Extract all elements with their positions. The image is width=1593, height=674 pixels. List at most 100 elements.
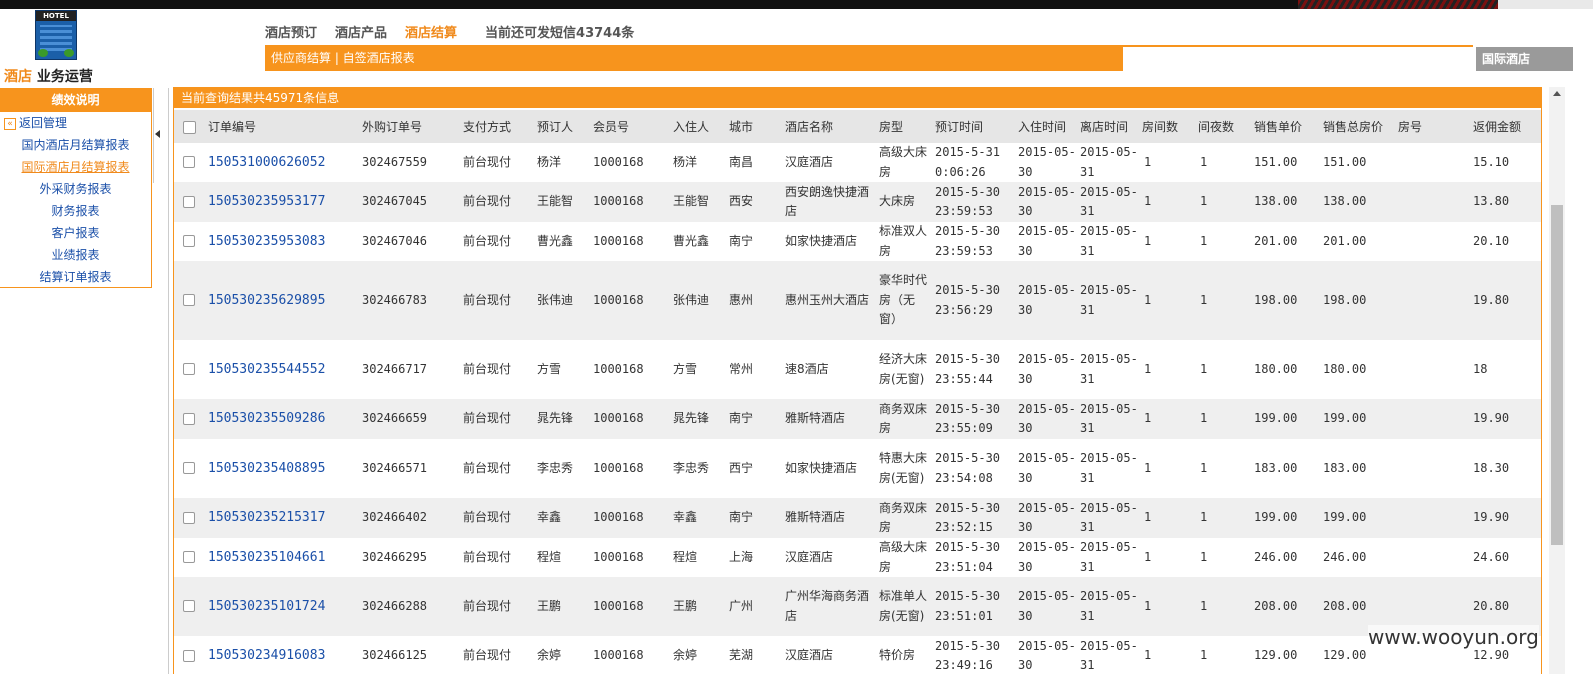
cell-room-nights: 1 <box>1194 399 1250 439</box>
cell-rooms: 1 <box>1138 538 1194 577</box>
cell-room-type: 特惠大床房(无窗) <box>875 439 931 498</box>
row-select-cell <box>174 538 204 577</box>
row-checkbox[interactable] <box>183 649 195 662</box>
col-total-price[interactable]: 销售总房价 <box>1319 108 1394 143</box>
cell-hotel-name: 速8酒店 <box>781 340 875 399</box>
cell-total-price: 198.00 <box>1319 261 1394 340</box>
cell-order-no[interactable]: 150530235104661 <box>204 538 358 577</box>
col-external-order-no[interactable]: 外购订单号 <box>358 108 459 143</box>
row-checkbox[interactable] <box>183 551 195 564</box>
cell-member-no: 1000168 <box>589 143 669 182</box>
cell-city: 南昌 <box>725 143 781 182</box>
vertical-scrollbar[interactable] <box>1549 87 1565 674</box>
row-checkbox[interactable] <box>183 294 195 307</box>
cell-order-no[interactable]: 150530234916083 <box>204 636 358 674</box>
cell-unit-price: 198.00 <box>1250 261 1319 340</box>
col-commission[interactable]: 返佣金额 <box>1469 108 1541 143</box>
hotel-building-icon: HOTEL <box>35 10 77 60</box>
scrollbar-thumb[interactable] <box>1551 205 1563 545</box>
cell-checkin-date: 2015-05-30 <box>1014 222 1076 261</box>
sidebar-item-international-monthly[interactable]: 国际酒店月结算报表 <box>0 156 151 178</box>
row-select-cell <box>174 636 204 674</box>
cell-hotel-name: 汉庭酒店 <box>781 143 875 182</box>
sidebar-item-performance[interactable]: 业绩报表 <box>0 244 151 266</box>
table-row: 150530235953177 302467045 前台现付 王能智 1000168 王能… <box>174 182 1541 222</box>
sidebar-item-domestic-monthly[interactable]: 国内酒店月结算报表 <box>0 134 151 156</box>
col-guest[interactable]: 入住人 <box>669 108 725 143</box>
sidebar-item-settlement-orders[interactable]: 结算订单报表 <box>0 266 151 288</box>
row-checkbox[interactable] <box>183 235 195 248</box>
cell-room-nights: 1 <box>1194 222 1250 261</box>
sidebar-back-link[interactable]: «返回管理 <box>0 112 151 134</box>
row-checkbox[interactable] <box>183 412 195 425</box>
select-all-checkbox[interactable] <box>182 120 196 134</box>
cell-external-order-no: 302466402 <box>358 498 459 538</box>
cell-commission: 19.80 <box>1469 261 1541 340</box>
cell-order-no[interactable]: 150530235408895 <box>204 439 358 498</box>
cell-unit-price: 151.00 <box>1250 143 1319 182</box>
cell-hotel-name: 雅斯特酒店 <box>781 399 875 439</box>
cell-order-no[interactable]: 150530235629895 <box>204 261 358 340</box>
top-bar <box>0 0 1593 9</box>
col-hotel-name[interactable]: 酒店名称 <box>781 108 875 143</box>
row-checkbox[interactable] <box>183 195 195 208</box>
cell-order-no[interactable]: 150530235953083 <box>204 222 358 261</box>
table-row: 150530235215317 302466402 前台现付 幸鑫 1000168 幸鑫南… <box>174 498 1541 538</box>
sub-nav[interactable]: 供应商结算 | 自签酒店报表 <box>265 45 1123 71</box>
row-select-cell <box>174 577 204 636</box>
cell-member-no: 1000168 <box>589 439 669 498</box>
row-select-cell <box>174 498 204 538</box>
cell-order-no[interactable]: 150530235509286 <box>204 399 358 439</box>
col-city[interactable]: 城市 <box>725 108 781 143</box>
col-room-nights[interactable]: 间夜数 <box>1194 108 1250 143</box>
cell-unit-price: 199.00 <box>1250 498 1319 538</box>
scroll-up-icon[interactable] <box>1553 91 1561 96</box>
col-unit-price[interactable]: 销售单价 <box>1250 108 1319 143</box>
cell-order-no[interactable]: 150530235215317 <box>204 498 358 538</box>
col-booker[interactable]: 预订人 <box>533 108 589 143</box>
cell-commission: 24.60 <box>1469 538 1541 577</box>
cell-room-nights: 1 <box>1194 538 1250 577</box>
table-row: 150530235953083 302467046 前台现付 曹光鑫 1000168 曹光… <box>174 222 1541 261</box>
row-checkbox[interactable] <box>183 511 195 524</box>
cell-order-no[interactable]: 150530235544552 <box>204 340 358 399</box>
col-booking-time[interactable]: 预订时间 <box>931 108 1014 143</box>
cell-room-no <box>1394 143 1469 182</box>
cell-order-no[interactable]: 150531000626052 <box>204 143 358 182</box>
col-order-no[interactable]: 订单编号 <box>204 108 358 143</box>
col-member-no[interactable]: 会员号 <box>589 108 669 143</box>
nav-hotel-products[interactable]: 酒店产品 <box>335 22 387 41</box>
cell-booking-time: 2015-5-30 23:56:29 <box>931 261 1014 340</box>
cell-payment-method: 前台现付 <box>459 538 533 577</box>
row-checkbox[interactable] <box>183 156 195 169</box>
col-rooms[interactable]: 房间数 <box>1138 108 1194 143</box>
sidebar-item-customer[interactable]: 客户报表 <box>0 222 151 244</box>
cell-guest: 晁先锋 <box>669 399 725 439</box>
row-checkbox[interactable] <box>183 363 195 376</box>
cell-hotel-name: 汉庭酒店 <box>781 538 875 577</box>
nav-hotel-booking[interactable]: 酒店预订 <box>265 22 317 41</box>
sub-nav-line <box>1123 45 1473 47</box>
cell-rooms: 1 <box>1138 143 1194 182</box>
col-checkin-date[interactable]: 入住时间 <box>1014 108 1076 143</box>
sidebar-item-outsourced-finance[interactable]: 外采财务报表 <box>0 178 151 200</box>
cell-booker: 王鹏 <box>533 577 589 636</box>
cell-commission: 20.10 <box>1469 222 1541 261</box>
row-select-cell <box>174 340 204 399</box>
cell-total-price: 199.00 <box>1319 498 1394 538</box>
tab-international-hotel[interactable]: 国际酒店 <box>1473 47 1573 71</box>
sidebar-item-finance[interactable]: 财务报表 <box>0 200 151 222</box>
col-room-type[interactable]: 房型 <box>875 108 931 143</box>
cell-city: 南宁 <box>725 498 781 538</box>
cell-order-no[interactable]: 150530235953177 <box>204 182 358 222</box>
col-checkout-date[interactable]: 离店时间 <box>1076 108 1138 143</box>
nav-hotel-settlement[interactable]: 酒店结算 <box>405 22 457 41</box>
col-room-no[interactable]: 房号 <box>1394 108 1469 143</box>
collapse-left-icon[interactable] <box>155 130 160 138</box>
row-checkbox[interactable] <box>183 600 195 613</box>
col-payment-method[interactable]: 支付方式 <box>459 108 533 143</box>
cell-room-type: 豪华时代房（无窗） <box>875 261 931 340</box>
cell-room-no <box>1394 182 1469 222</box>
cell-order-no[interactable]: 150530235101724 <box>204 577 358 636</box>
row-checkbox[interactable] <box>183 462 195 475</box>
